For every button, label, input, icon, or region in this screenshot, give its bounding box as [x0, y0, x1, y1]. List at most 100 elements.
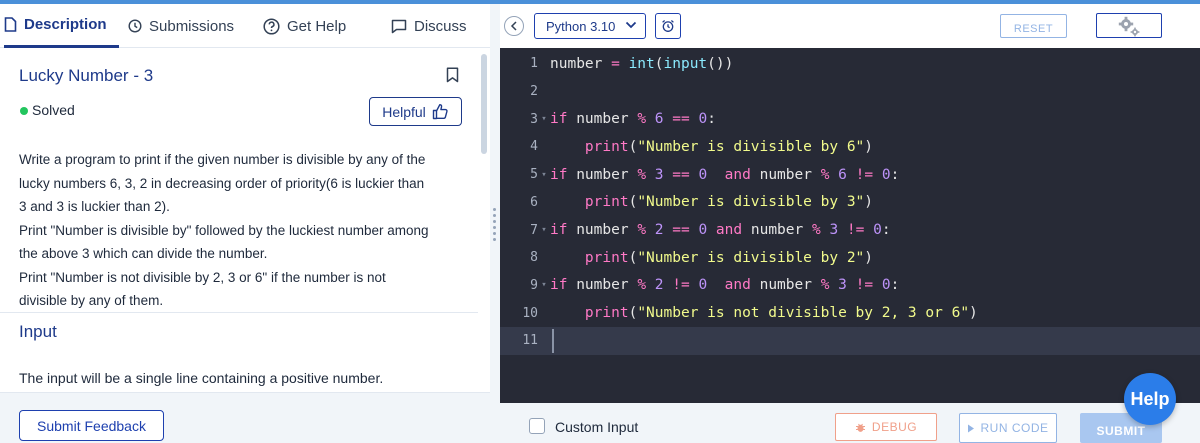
code-line: 3 ▾ if number % 6 == 0: [500, 105, 1200, 133]
code-text: if number % 3 == 0 and number % 6 != 0: [550, 166, 900, 183]
tab-discuss[interactable]: Discuss [391, 4, 467, 48]
debug-button[interactable]: DEBUG [835, 413, 937, 441]
helpful-label: Helpful [382, 103, 426, 120]
reset-button[interactable]: RESET [1000, 14, 1067, 38]
line-number: 1 [530, 56, 538, 72]
code-line: 5 ▾ if number % 3 == 0 and number % 6 != … [500, 161, 1200, 189]
tab-description[interactable]: Description [4, 4, 119, 48]
document-icon [4, 17, 17, 32]
description-line: Print "Number is divisible by" followed … [19, 222, 429, 238]
line-number: 9 [530, 277, 538, 293]
code-text: print("Number is divisible by 2") [584, 249, 874, 266]
language-select[interactable]: Python 3.10 [534, 13, 646, 39]
grip-dot [493, 214, 496, 217]
code-text: number = int(input()) [550, 55, 734, 72]
gears-icon [1118, 16, 1140, 36]
section-divider [0, 312, 478, 313]
alarm-clock-icon [662, 20, 674, 32]
description-line: divisible by any of them. [19, 293, 164, 308]
line-number: 5 [530, 167, 538, 183]
line-number: 10 [522, 305, 538, 321]
line-number: 7 [530, 222, 538, 238]
editor-footer: Custom Input DEBUG RUN CODE SUBMIT [500, 403, 1200, 443]
code-editor[interactable]: 1 number = int(input()) 2 3 ▾ if number %… [500, 48, 1200, 403]
editor-toolbar: Python 3.10 RESET [500, 4, 1200, 44]
run-code-button[interactable]: RUN CODE [959, 413, 1057, 443]
bug-icon [855, 423, 865, 432]
question-icon [263, 17, 280, 35]
code-text: if number % 6 == 0: [550, 111, 716, 128]
fold-arrow-icon[interactable]: ▾ [538, 280, 550, 290]
tab-submissions-label: Submissions [149, 17, 235, 35]
chat-bubble-icon [391, 19, 407, 33]
editor-settings-button[interactable] [1096, 13, 1162, 38]
chevron-down-icon [625, 21, 637, 29]
code-text: print("Number is not divisible by 2, 3 o… [584, 305, 978, 322]
code-text: print("Number is divisible by 3") [584, 194, 874, 211]
code-line: 1 number = int(input()) [500, 50, 1200, 78]
code-line-current: 11 [500, 327, 1200, 355]
line-number: 6 [530, 194, 538, 210]
description-scrollbar[interactable] [481, 54, 487, 154]
code-line: 9 ▾ if number % 2 != 0 and number % 3 != … [500, 272, 1200, 300]
tab-description-label: Description [24, 16, 107, 33]
code-line: 2 [500, 78, 1200, 106]
panel-resize-handle[interactable] [490, 4, 500, 443]
line-number: 2 [530, 84, 538, 100]
play-icon [968, 424, 975, 432]
code-line: 7 ▾ if number % 2 == 0 and number % 3 != … [500, 216, 1200, 244]
problem-tabs: Description Submissions Get Help Discuss [0, 4, 490, 48]
fold-arrow-icon[interactable]: ▾ [538, 225, 550, 235]
grip-dot [493, 232, 496, 235]
bookmark-icon[interactable] [446, 67, 459, 83]
description-line: 3 and 3 is luckier than 2). [19, 199, 170, 214]
problem-panel: Description Submissions Get Help Discuss… [0, 4, 490, 443]
solved-status-dot [20, 107, 28, 115]
problem-title: Lucky Number - 3 [19, 66, 154, 85]
tab-get-help[interactable]: Get Help [263, 4, 346, 48]
helpful-button[interactable]: Helpful [369, 97, 462, 126]
input-heading: Input [19, 322, 57, 341]
tab-get-help-label: Get Help [287, 17, 347, 35]
input-description: The input will be a single line containi… [19, 370, 384, 386]
thumbs-up-icon [432, 104, 448, 120]
fold-arrow-icon[interactable]: ▾ [538, 170, 550, 180]
run-code-label: RUN CODE [980, 421, 1049, 435]
line-number: 4 [530, 139, 538, 155]
custom-input-checkbox[interactable] [529, 418, 545, 434]
language-value: Python 3.10 [546, 18, 616, 34]
code-text: if number % 2 == 0 and number % 3 != 0: [550, 222, 891, 239]
problem-description: Write a program to print if the given nu… [19, 148, 469, 313]
help-chat-button[interactable]: Help [1124, 373, 1176, 425]
code-text: if number % 2 != 0 and number % 3 != 0: [550, 277, 900, 294]
code-line: 8 print("Number is divisible by 2") [500, 244, 1200, 272]
debug-label: DEBUG [871, 420, 918, 434]
description-line: Print "Number is not divisible by 2, 3 o… [19, 269, 386, 285]
code-line: 10 print("Number is not divisible by 2, … [500, 299, 1200, 327]
tab-discuss-label: Discuss [414, 17, 467, 35]
grip-dot [493, 226, 496, 229]
code-text: print("Number is divisible by 6") [584, 138, 874, 155]
feedback-bar: Submit Feedback [0, 392, 490, 443]
tab-submissions[interactable]: Submissions [128, 4, 234, 48]
chevron-left-icon [510, 21, 517, 31]
line-number: 8 [530, 250, 538, 266]
collapse-panel-button[interactable] [504, 16, 524, 36]
line-number: 11 [522, 333, 538, 349]
code-line: 6 print("Number is divisible by 3") [500, 189, 1200, 217]
text-cursor [552, 329, 554, 353]
description-line: the above 3 which can divide the number. [19, 246, 268, 261]
description-line: lucky numbers 6, 3, 2 in decreasing orde… [19, 175, 425, 191]
editor-panel: Python 3.10 RESET 1 number = int(input()… [500, 4, 1200, 443]
submit-feedback-button[interactable]: Submit Feedback [19, 410, 164, 441]
line-number: 3 [530, 111, 538, 127]
clock-icon [128, 19, 142, 33]
grip-dot [493, 208, 496, 211]
grip-dot [493, 238, 496, 241]
code-line: 4 print("Number is divisible by 6") [500, 133, 1200, 161]
grip-dot [493, 220, 496, 223]
custom-input-label[interactable]: Custom Input [555, 419, 638, 435]
fold-arrow-icon[interactable]: ▾ [538, 114, 550, 124]
description-line: Write a program to print if the given nu… [19, 152, 426, 167]
timer-button[interactable] [655, 13, 681, 39]
